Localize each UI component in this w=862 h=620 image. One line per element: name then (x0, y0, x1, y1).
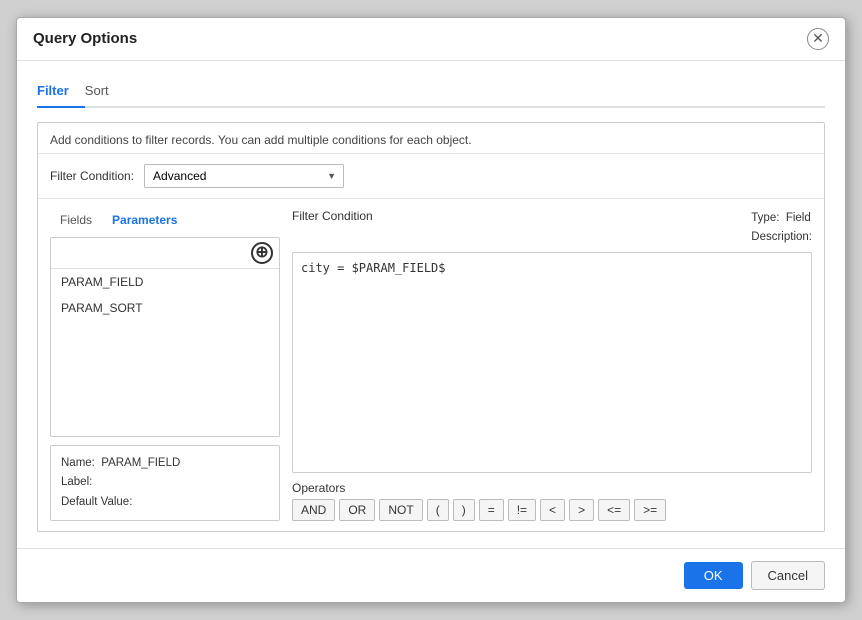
description-text: Add conditions to filter records. You ca… (38, 123, 824, 154)
list-item[interactable]: PARAM_FIELD (51, 269, 279, 295)
operators-row: AND OR NOT ( ) = != < > <= >= (292, 499, 812, 521)
fields-list-header: ⊕ (51, 238, 279, 269)
dialog-header: Query Options ✕ (17, 18, 845, 61)
sub-tab-parameters[interactable]: Parameters (102, 209, 187, 231)
description-label: Description: (751, 231, 812, 243)
op-gte[interactable]: >= (634, 499, 666, 521)
right-panel: Filter Condition Type: Field Description… (292, 209, 812, 522)
add-parameter-button[interactable]: ⊕ (251, 242, 273, 264)
param-default-row: Default Value: (61, 493, 269, 513)
fields-list: ⊕ PARAM_FIELD PARAM_SORT (50, 237, 280, 437)
op-or[interactable]: OR (339, 499, 375, 521)
op-not[interactable]: NOT (379, 499, 422, 521)
query-options-dialog: Query Options ✕ Filter Sort Add conditio… (16, 17, 846, 604)
dialog-footer: OK Cancel (17, 548, 845, 602)
param-details: Name: PARAM_FIELD Label: Default Value: (50, 445, 280, 522)
param-label-label: Label: (61, 476, 92, 488)
param-name-row: Name: PARAM_FIELD (61, 454, 269, 474)
filter-condition-right-label: Filter Condition (292, 209, 373, 244)
op-and[interactable]: AND (292, 499, 335, 521)
tab-filter[interactable]: Filter (37, 77, 85, 108)
op-open-paren[interactable]: ( (427, 499, 449, 521)
sub-tab-bar: Fields Parameters (50, 209, 280, 231)
left-panel: Fields Parameters ⊕ PARAM_FIELD PARAM_SO… (50, 209, 280, 522)
content-area: Add conditions to filter records. You ca… (37, 122, 825, 533)
dialog-title: Query Options (33, 30, 137, 47)
main-panel: Fields Parameters ⊕ PARAM_FIELD PARAM_SO… (38, 199, 824, 532)
operators-section: Operators AND OR NOT ( ) = != < > <= (292, 481, 812, 521)
op-lte[interactable]: <= (598, 499, 630, 521)
type-description-block: Type: Field Description: (751, 209, 812, 248)
list-item[interactable]: PARAM_SORT (51, 295, 279, 321)
op-neq[interactable]: != (508, 499, 536, 521)
param-label-row: Label: (61, 473, 269, 493)
filter-condition-select-wrapper: Advanced Simple (144, 164, 344, 188)
type-label: Type: (751, 212, 779, 224)
filter-condition-select[interactable]: Advanced Simple (144, 164, 344, 188)
type-row: Type: Field (751, 209, 812, 229)
ok-button[interactable]: OK (684, 562, 743, 589)
param-name-label: Name: (61, 457, 95, 469)
op-eq[interactable]: = (479, 499, 504, 521)
filter-condition-textarea[interactable] (292, 252, 812, 474)
dialog-body: Filter Sort Add conditions to filter rec… (17, 61, 845, 549)
tab-bar: Filter Sort (37, 77, 825, 108)
filter-condition-label: Filter Condition: (50, 169, 134, 183)
op-lt[interactable]: < (540, 499, 565, 521)
description-row2: Description: (751, 228, 812, 248)
tab-sort[interactable]: Sort (85, 77, 125, 108)
operators-label: Operators (292, 481, 812, 495)
param-default-label: Default Value: (61, 496, 132, 508)
op-gt[interactable]: > (569, 499, 594, 521)
op-close-paren[interactable]: ) (453, 499, 475, 521)
close-button[interactable]: ✕ (807, 28, 829, 50)
cancel-button[interactable]: Cancel (751, 561, 825, 590)
right-panel-top-labels: Filter Condition Type: Field Description… (292, 209, 812, 248)
param-name-value: PARAM_FIELD (101, 457, 180, 469)
type-value: Field (786, 212, 811, 224)
sub-tab-fields[interactable]: Fields (50, 209, 102, 231)
filter-condition-row: Filter Condition: Advanced Simple (38, 154, 824, 199)
